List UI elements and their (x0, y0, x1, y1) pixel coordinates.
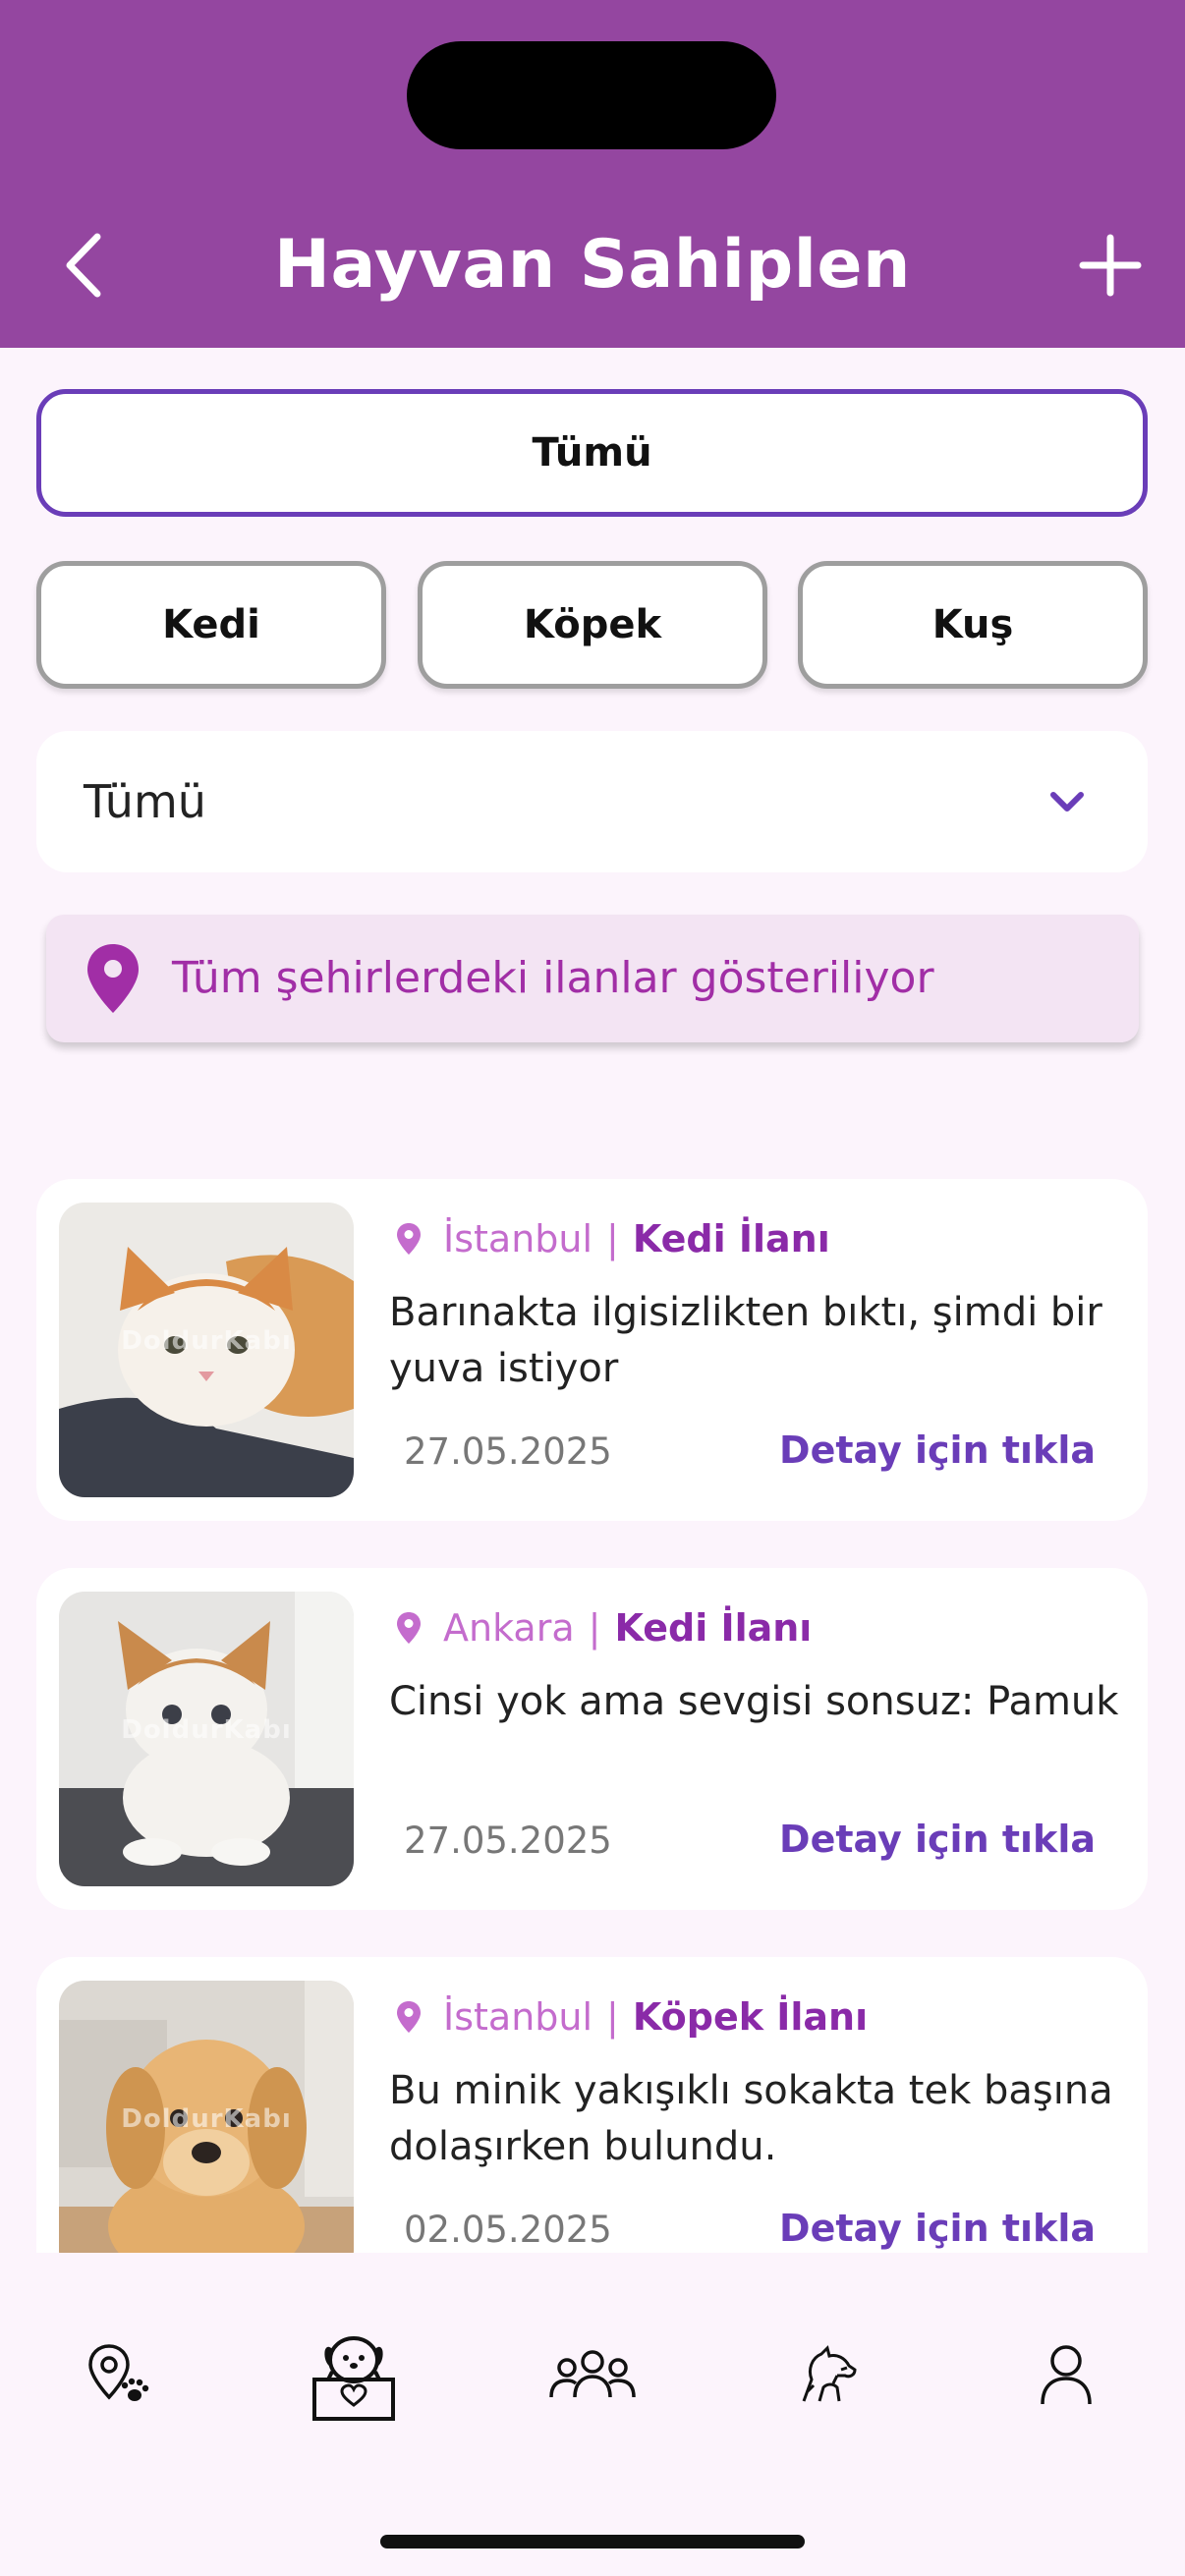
plus-icon (1079, 234, 1142, 297)
nav-adoption[interactable] (300, 2322, 408, 2430)
listing-meta: İstanbul | Kedi İlanı (396, 1214, 830, 1263)
listing-meta: Ankara | Kedi İlanı (396, 1603, 812, 1652)
listing-description: Barınakta ilgisizlikten bıktı, şimdi bir… (389, 1290, 1102, 1391)
chevron-left-icon (66, 233, 101, 298)
listing-detail-link[interactable]: Detay için tıkla (779, 1428, 1096, 1472)
listing-card[interactable]: DoldurKabı İstanbul | Kedi İlanı Barınak… (36, 1179, 1148, 1521)
location-pin-icon (397, 2001, 421, 2033)
map-paw-icon (88, 2344, 149, 2401)
back-button[interactable] (49, 221, 118, 309)
listing-description: Cinsi yok ama sevgisi sonsuz: Pamuk (389, 1679, 1119, 1724)
profile-icon (1041, 2345, 1092, 2405)
pets-icon (802, 2345, 857, 2402)
meta-separator: | (588, 1606, 601, 1650)
nav-pets[interactable] (775, 2322, 883, 2430)
location-pin-icon (87, 944, 139, 1013)
listing-photo-kitten-orange: DoldurKabı (59, 1203, 354, 1497)
listing-city: İstanbul (443, 1217, 593, 1260)
listing-photo-kitten-calico: DoldurKabı (59, 1592, 354, 1886)
dynamic-island (407, 41, 776, 149)
location-pin-icon (397, 1223, 421, 1255)
city-dropdown[interactable]: Tümü (36, 731, 1148, 872)
nav-community[interactable] (538, 2322, 647, 2430)
city-dropdown-value: Tümü (84, 775, 206, 828)
filter-all-button[interactable]: Tümü (36, 389, 1148, 517)
nav-profile[interactable] (1012, 2322, 1120, 2430)
listing-list[interactable]: DoldurKabı İstanbul | Kedi İlanı Barınak… (0, 1081, 1185, 2253)
home-indicator[interactable] (380, 2535, 805, 2548)
listing-kind: Kedi İlanı (614, 1606, 813, 1650)
listing-date: 02.05.2025 (404, 2209, 612, 2251)
photo-watermark: DoldurKabı (121, 2104, 292, 2134)
listing-city: Ankara (443, 1606, 575, 1650)
bottom-navigation (0, 2253, 1185, 2576)
location-pin-icon (397, 1612, 421, 1644)
filter-dog-button[interactable]: Köpek (418, 561, 767, 689)
filter-cat-button[interactable]: Kedi (36, 561, 386, 689)
nav-map[interactable] (65, 2322, 173, 2430)
app-header: Hayvan Sahiplen (0, 0, 1185, 348)
meta-separator: | (606, 1995, 619, 2039)
meta-separator: | (606, 1217, 619, 1260)
adoption-screen: Hayvan Sahiplen Tümü Kedi Köpek Kuş Tümü… (0, 0, 1185, 2576)
listing-city: İstanbul (443, 1995, 593, 2039)
chevron-down-icon (1050, 792, 1084, 812)
listing-card[interactable]: DoldurKabı Ankara | Kedi İlanı Cinsi yok… (36, 1568, 1148, 1910)
listing-description: Bu minik yakışıklı sokakta tek başına do… (389, 2068, 1113, 2169)
filter-bird-button[interactable]: Kuş (798, 561, 1148, 689)
banner-text: Tüm şehirlerdeki ilanlar gösteriliyor (172, 953, 934, 1003)
listing-kind: Köpek İlanı (632, 1995, 869, 2039)
listing-meta: İstanbul | Köpek İlanı (396, 1992, 868, 2042)
adoption-box-icon (312, 2336, 395, 2421)
add-listing-button[interactable] (1071, 226, 1150, 305)
listing-photo-puppy: DoldurKabı (59, 1981, 354, 2253)
photo-watermark: DoldurKabı (121, 1326, 292, 1356)
listing-kind: Kedi İlanı (632, 1217, 830, 1260)
listing-detail-link[interactable]: Detay için tıkla (779, 2207, 1096, 2250)
community-icon (549, 2350, 636, 2398)
page-title: Hayvan Sahiplen (274, 226, 911, 304)
listing-date: 27.05.2025 (404, 1430, 612, 1473)
listing-card[interactable]: DoldurKabı İstanbul | Köpek İlanı Bu min… (36, 1957, 1148, 2253)
photo-watermark: DoldurKabı (121, 1715, 292, 1745)
listing-detail-link[interactable]: Detay için tıkla (779, 1818, 1096, 1861)
city-info-banner: Tüm şehirlerdeki ilanlar gösteriliyor (46, 915, 1139, 1042)
listing-date: 27.05.2025 (404, 1820, 612, 1862)
